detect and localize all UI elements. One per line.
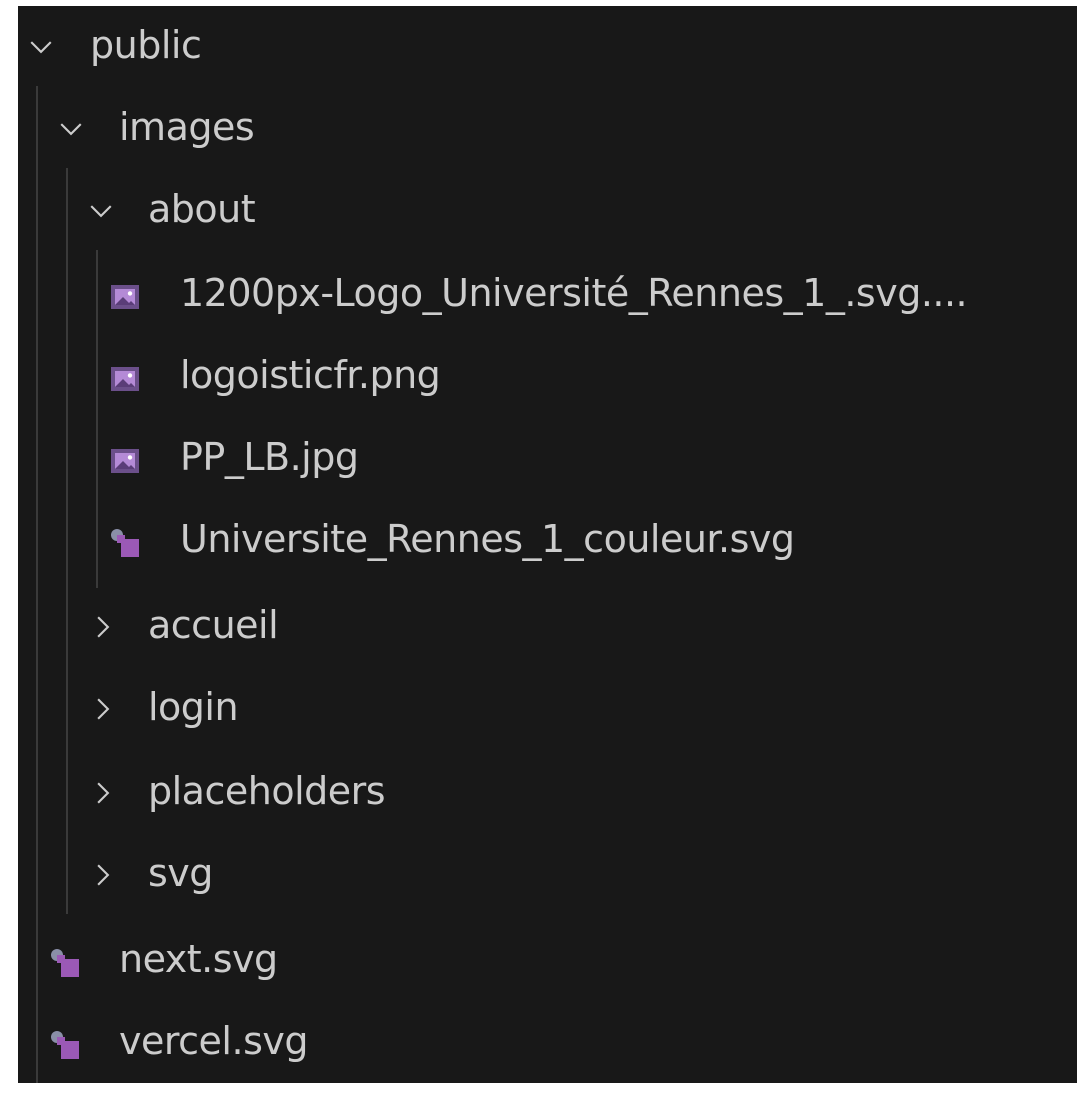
folder-label: images	[119, 105, 255, 149]
svg-file-icon	[49, 1029, 81, 1061]
file-label: vercel.svg	[119, 1019, 308, 1063]
folder-row-accueil[interactable]: accueil	[18, 586, 1077, 670]
folder-label: placeholders	[148, 769, 386, 813]
file-row[interactable]: vercel.svg	[18, 1002, 1077, 1083]
svg-file-icon	[49, 947, 81, 979]
image-file-icon	[109, 281, 141, 313]
file-row[interactable]: logoisticfr.png	[18, 336, 1077, 420]
image-file-icon	[109, 363, 141, 395]
chevron-down-icon	[58, 116, 84, 142]
chevron-right-icon	[90, 696, 116, 722]
folder-label: svg	[148, 851, 213, 895]
file-explorer-tree: public images about 1200px-Logo_Universi…	[18, 6, 1077, 1083]
folder-label: public	[90, 23, 202, 67]
file-label: 1200px-Logo_Université_Rennes_1_.svg....	[180, 271, 968, 315]
file-label: Universite_Rennes_1_couleur.svg	[180, 517, 795, 561]
folder-row-svg[interactable]: svg	[18, 834, 1077, 918]
chevron-right-icon	[90, 862, 116, 888]
folder-label: accueil	[148, 603, 279, 647]
folder-label: login	[148, 685, 239, 729]
folder-row-about[interactable]: about	[18, 170, 1077, 254]
folder-row-public[interactable]: public	[18, 6, 1077, 90]
svg-file-icon	[109, 527, 141, 559]
file-row[interactable]: Universite_Rennes_1_couleur.svg	[18, 500, 1077, 584]
folder-label: about	[148, 187, 256, 231]
chevron-right-icon	[90, 614, 116, 640]
file-row[interactable]: PP_LB.jpg	[18, 418, 1077, 502]
file-label: logoisticfr.png	[180, 353, 441, 397]
chevron-right-icon	[90, 780, 116, 806]
file-label: PP_LB.jpg	[180, 435, 359, 479]
folder-row-images[interactable]: images	[18, 88, 1077, 172]
chevron-down-icon	[28, 34, 54, 60]
chevron-down-icon	[88, 198, 114, 224]
folder-row-placeholders[interactable]: placeholders	[18, 752, 1077, 836]
image-file-icon	[109, 445, 141, 477]
folder-row-login[interactable]: login	[18, 668, 1077, 752]
file-row[interactable]: next.svg	[18, 920, 1077, 1004]
file-row[interactable]: 1200px-Logo_Université_Rennes_1_.svg....	[18, 254, 1077, 338]
file-label: next.svg	[119, 937, 278, 981]
